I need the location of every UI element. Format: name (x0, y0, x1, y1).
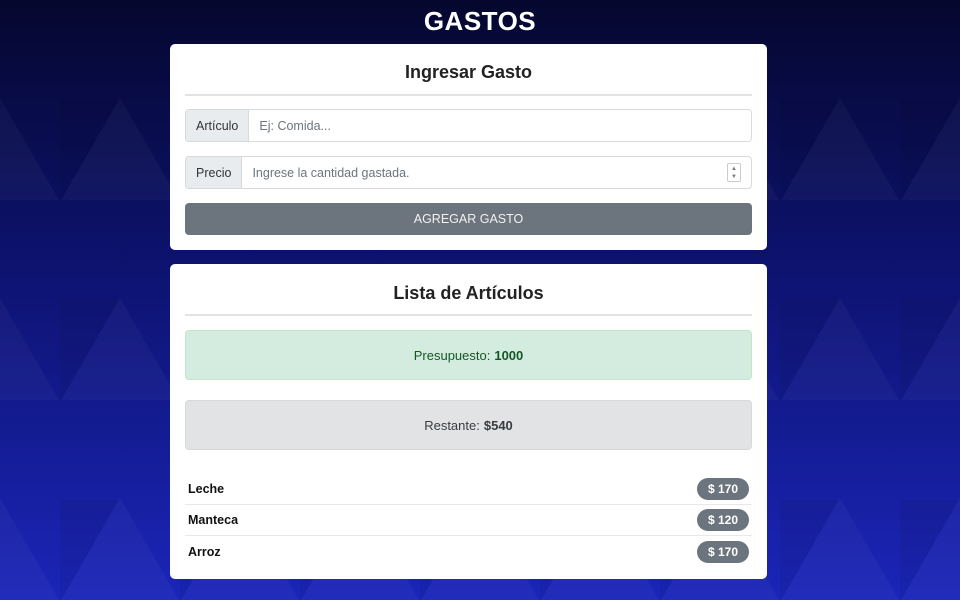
article-input-group: Artículo (185, 109, 752, 142)
item-price-badge: $ 120 (697, 509, 749, 531)
add-expense-button[interactable]: AGREGAR GASTO (185, 203, 752, 235)
number-spinner-icon[interactable]: ▲ ▼ (727, 163, 741, 182)
budget-alert: Presupuesto: 1000 (185, 330, 752, 380)
form-title: Ingresar Gasto (185, 44, 752, 96)
price-label: Precio (186, 157, 243, 188)
expense-form-card: Ingresar Gasto Artículo Precio ▲ ▼ AGREG… (170, 44, 767, 250)
remaining-alert: Restante: $540 (185, 400, 752, 450)
remaining-label: Restante: (424, 417, 480, 433)
spinner-up-icon[interactable]: ▲ (731, 165, 737, 173)
remaining-value: $540 (483, 417, 513, 433)
spinner-down-icon[interactable]: ▼ (731, 173, 737, 181)
list-title: Lista de Artículos (185, 264, 752, 316)
item-price-badge: $ 170 (697, 540, 749, 563)
item-name: Arroz (188, 544, 221, 559)
article-input[interactable] (249, 110, 751, 141)
article-label: Artículo (186, 110, 250, 141)
price-input[interactable] (242, 157, 727, 188)
list-item: Manteca $ 120 (185, 505, 752, 536)
app-title: GASTOS (423, 6, 537, 36)
expense-list: Leche $ 170 Manteca $ 120 Arroz $ 170 (185, 474, 752, 567)
list-item: Leche $ 170 (185, 474, 752, 505)
price-input-group: Precio ▲ ▼ (185, 156, 752, 189)
item-list-card: Lista de Artículos Presupuesto: 1000 Res… (170, 264, 767, 579)
budget-value: 1000 (494, 347, 524, 363)
budget-label: Presupuesto: (413, 347, 491, 363)
item-name: Manteca (188, 513, 239, 527)
item-price-badge: $ 170 (697, 478, 749, 500)
list-item: Arroz $ 170 (185, 536, 752, 567)
item-name: Leche (188, 482, 225, 496)
